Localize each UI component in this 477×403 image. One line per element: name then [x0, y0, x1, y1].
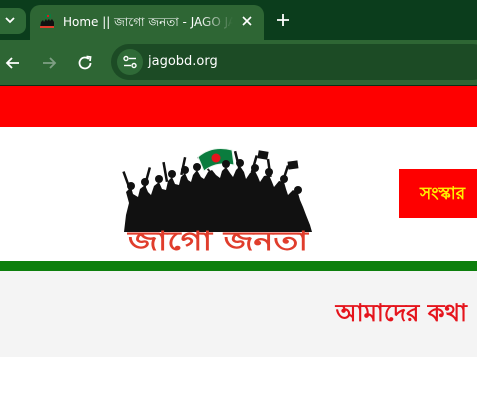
about-section: আমাদের কথা [0, 271, 477, 357]
arrow-right-icon[interactable] [38, 52, 60, 74]
top-red-bar [0, 86, 477, 127]
green-divider-bar [0, 261, 477, 271]
browser-toolbar: jagobd.org [0, 40, 477, 85]
reform-button[interactable]: সংস্কার [399, 169, 477, 218]
reform-button-label: সংস্কার [420, 184, 466, 204]
bangladesh-flag-icon [197, 148, 235, 174]
tab-search-button[interactable] [0, 8, 26, 34]
logo-text: জাগো জনতা [127, 227, 310, 255]
url-text[interactable]: jagobd.org [148, 54, 218, 69]
arrow-left-icon[interactable] [2, 52, 24, 74]
site-favicon-icon [40, 14, 54, 28]
page-body [0, 357, 477, 403]
site-info-button[interactable] [117, 49, 143, 75]
site-header: জাগো জনতা সংস্কার [0, 127, 477, 261]
tab-strip: Home || জাগো জনতা - JAGO JANATA [0, 0, 477, 40]
site-logo[interactable]: জাগো জনতা [118, 137, 318, 255]
tab-title: Home || জাগো জনতা - JAGO JANATA [63, 15, 233, 29]
chevron-down-icon [5, 17, 15, 24]
tune-icon [123, 55, 137, 69]
close-icon[interactable] [239, 13, 255, 29]
address-bar[interactable]: jagobd.org [111, 44, 477, 80]
about-heading: আমাদের কথা [335, 298, 467, 327]
plus-icon[interactable] [274, 11, 292, 29]
reload-icon[interactable] [74, 52, 96, 74]
browser-tab-active[interactable]: Home || জাগো জনতা - JAGO JANATA [30, 5, 264, 40]
